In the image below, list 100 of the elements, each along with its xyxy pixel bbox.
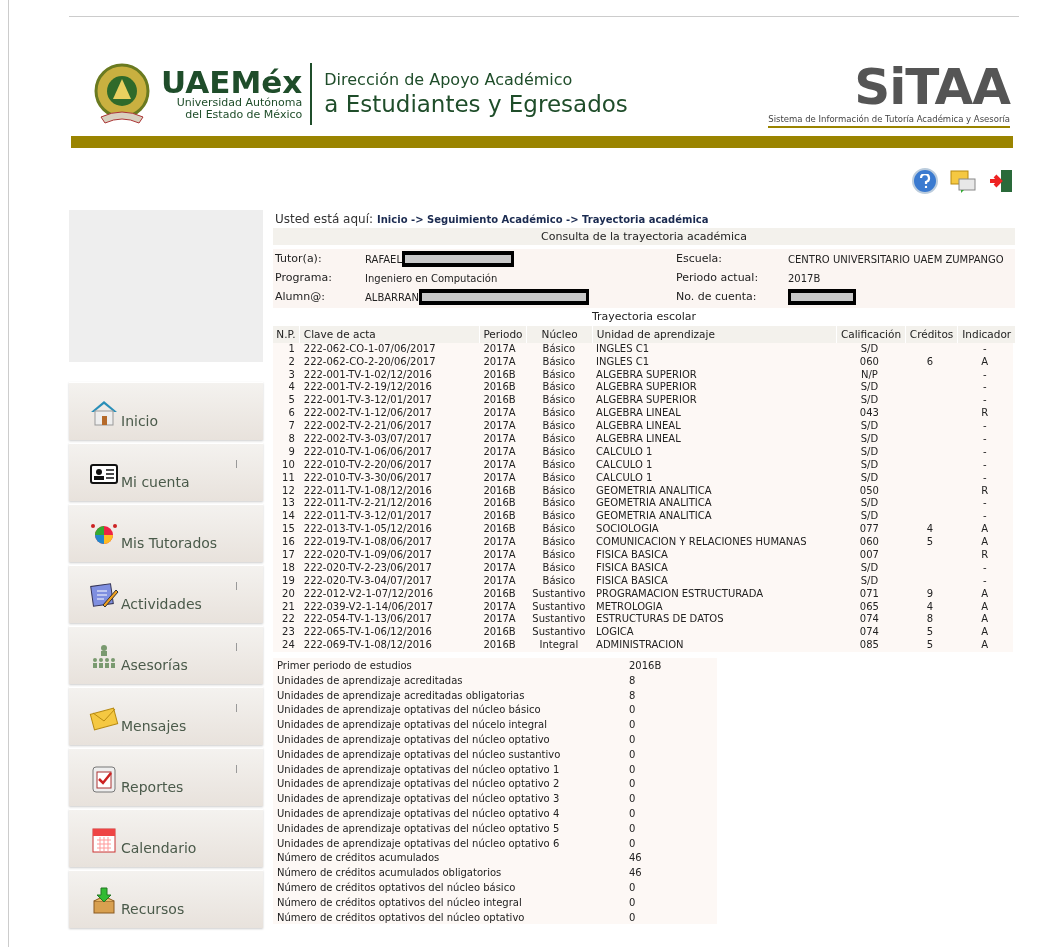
table-cell-text: S/D xyxy=(859,458,880,472)
table-cell-text: 2017A xyxy=(482,445,517,459)
help-button[interactable] xyxy=(912,167,938,194)
menu-item[interactable]: Mensajes xyxy=(69,686,263,745)
university-name: del Estado de México xyxy=(185,109,303,122)
table-cell-text: 2017A xyxy=(482,407,517,421)
table-cell-text: GEOMETRIA ANALITICA xyxy=(595,510,713,524)
table-cell-text: 060 xyxy=(858,355,880,369)
summary-label: Primer periodo de estudios xyxy=(276,659,413,674)
table-cell-text: 222-062-CO-2-20/06/2017 xyxy=(302,355,437,369)
table-cell-text: GEOMETRIA ANALITICA xyxy=(595,497,713,511)
field-label: Alumn@: xyxy=(275,289,326,305)
menu-item[interactable]: Asesorías xyxy=(69,625,263,684)
column-header: Clave de acta xyxy=(299,325,479,343)
menu-item[interactable]: Mi cuenta xyxy=(69,442,263,501)
table-cell-text: S/D xyxy=(859,471,880,485)
table-cell-text: A xyxy=(980,355,990,369)
table-cell-text: FISICA BASICA xyxy=(595,561,669,575)
summary-label: Unidades de aprendizaje optativas del núcleo básico xyxy=(276,703,542,718)
table-cell-text: 3 xyxy=(287,368,296,382)
table-cell-text: R xyxy=(980,484,990,498)
table-cell-text: FISICA BASICA xyxy=(595,549,669,562)
table-cell-text: 074 xyxy=(858,626,880,640)
menu-item[interactable]: Recursos xyxy=(69,869,263,928)
summary-value: 8 xyxy=(629,673,636,688)
table-cell-text: - xyxy=(981,445,988,459)
table-cell-text: Básico xyxy=(541,355,577,369)
breadcrumb-path: Inicio -> Seguimiento Académico -> Trayectoria académica xyxy=(377,212,709,227)
table-cell-text: R xyxy=(980,407,990,421)
column-header: Unidad de aprendizaje xyxy=(592,325,837,343)
menu-item[interactable]: Inicio xyxy=(69,381,263,440)
table-cell-text: 007 xyxy=(858,549,880,562)
table-cell-text: 222-020-TV-3-04/07/2017 xyxy=(302,574,433,588)
table-cell-text: S/D xyxy=(859,561,880,575)
table-cell-text: 2017A xyxy=(482,420,517,433)
table-cell-text: 20 xyxy=(281,587,296,601)
table-cell-text: 2017A xyxy=(482,613,517,627)
table-cell-text: INGLES C1 xyxy=(595,342,650,356)
table-cell-text: 2016B xyxy=(482,639,517,653)
menu-item[interactable]: Calendario xyxy=(69,808,263,867)
field-label: Escuela: xyxy=(676,251,723,267)
table-cell-text: 4 xyxy=(925,600,934,614)
exit-door-icon xyxy=(989,168,1013,193)
table-cell-text: 13 xyxy=(281,497,296,511)
table-cell-text: - xyxy=(981,394,988,408)
menu-item[interactable]: Actividades xyxy=(69,564,263,623)
table-cell-text: 2016B xyxy=(482,587,517,601)
table-cell-text: Sustantivo xyxy=(531,587,587,601)
menu-item[interactable]: Mis Tutorados xyxy=(69,503,263,562)
table-cell-text: S/D xyxy=(859,394,880,408)
department-title: a Estudiantes y Egresados xyxy=(324,90,628,119)
table-cell-text: 222-019-TV-1-08/06/2017 xyxy=(302,536,433,549)
field-value: CENTRO UNIVERSITARIO UAEM ZUMPANGO xyxy=(788,252,1004,267)
table-cell-text: 9 xyxy=(925,587,934,601)
section-title: Consulta de la trayectoria académica xyxy=(273,227,1015,245)
table-cell-text: SOCIOLOGIA xyxy=(595,523,660,537)
table-cell-text: 060 xyxy=(858,536,880,549)
summary-label: Número de créditos acumulados xyxy=(276,851,441,866)
menu-item[interactable]: Reportes xyxy=(69,747,263,806)
submenu-marker xyxy=(236,703,237,712)
column-header: Créditos xyxy=(905,325,958,343)
table-cell-text: 22 xyxy=(281,613,296,627)
table-cell-text: 2017A xyxy=(482,458,517,472)
summary-label: Unidades de aprendizaje optativas del núcleo optativo 6 xyxy=(276,836,561,851)
table-cell-text: CALCULO 1 xyxy=(595,458,654,472)
table-cell-text: METROLOGIA xyxy=(595,600,664,614)
table-cell-text: 11 xyxy=(281,471,296,485)
system-logo: SiTAA xyxy=(854,61,1010,113)
table-cell-text: 2016B xyxy=(482,497,517,511)
table-cell-text: 222-010-TV-2-20/06/2017 xyxy=(302,458,433,472)
table-cell-text: 2017A xyxy=(482,342,517,356)
table-cell-text: 2017A xyxy=(482,355,517,369)
table-cell-text: 5 xyxy=(287,394,296,408)
table-cell-text: 2016B xyxy=(482,394,517,408)
breadcrumb-label: Usted está aquí: xyxy=(275,210,373,228)
table-cell-text: 5 xyxy=(925,536,934,549)
table-cell-text: 5 xyxy=(925,626,934,640)
table-cell-text: ALGEBRA SUPERIOR xyxy=(595,394,698,408)
summary-value: 0 xyxy=(629,807,636,821)
table-cell-text: 222-020-TV-2-23/06/2017 xyxy=(302,561,433,575)
logout-button[interactable] xyxy=(988,167,1014,194)
table-cell-text: R xyxy=(980,549,990,562)
summary-label: Unidades de aprendizaje acreditadas obligatorias xyxy=(276,688,526,703)
table-cell-text: Básico xyxy=(541,381,577,394)
table-cell-text: ALGEBRA SUPERIOR xyxy=(595,368,698,382)
table-cell-text: 222-011-TV-3-12/01/2017 xyxy=(302,510,433,524)
summary-value: 0 xyxy=(629,792,636,807)
summary-value: 8 xyxy=(629,688,636,703)
table-cell-text: 2016B xyxy=(482,381,517,395)
table-cell-text: 4 xyxy=(287,381,296,395)
table-cell-text: 071 xyxy=(858,587,880,601)
table-cell-text: Básico xyxy=(541,394,577,407)
table-cell-text: 7 xyxy=(287,420,296,433)
system-subtitle: Sistema de Información de Tutoría Académica y Asesoría xyxy=(768,113,1010,128)
summary-value: 0 xyxy=(629,895,636,910)
messages-button[interactable] xyxy=(950,167,976,194)
table-cell-text: Básico xyxy=(541,523,577,536)
summary-value: 0 xyxy=(629,777,636,792)
section-title: Trayectoria escolar xyxy=(590,308,698,325)
summary-label: Unidades de aprendizaje optativas del núcleo optativo xyxy=(276,733,551,747)
